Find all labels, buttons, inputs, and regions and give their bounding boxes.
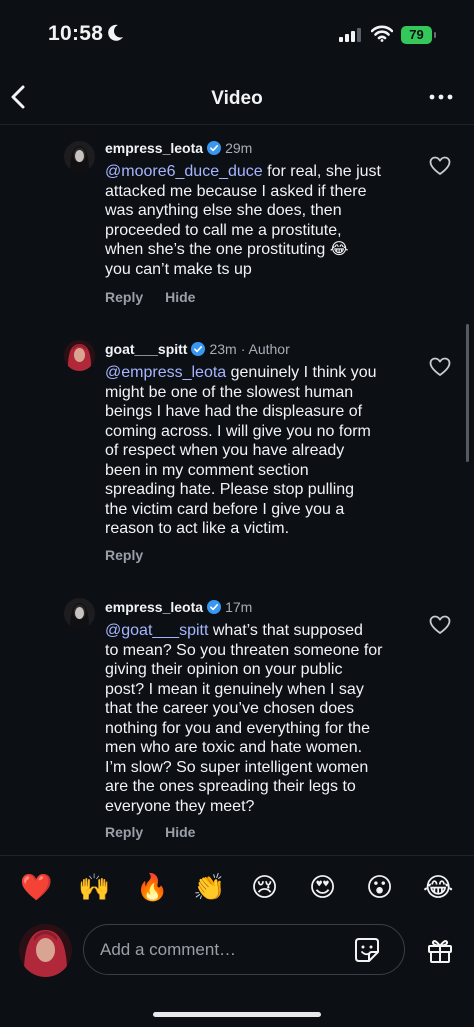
comment-line: might be one of the slowest human <box>105 383 354 401</box>
comment-line: reason to act like a victim. <box>105 520 290 537</box>
comment-line: I’m slow? So super intelligent women <box>105 758 369 776</box>
comment-username[interactable]: empress_leota <box>105 140 203 156</box>
avatar[interactable] <box>64 598 95 629</box>
comment-line: when she’s the one prostituting 😂 <box>105 241 349 258</box>
comment-line: was anything else she does, then <box>105 202 342 219</box>
like-heart-icon[interactable] <box>429 357 451 377</box>
comment-line: what’s that supposed <box>208 622 363 639</box>
like-heart-icon[interactable] <box>429 615 451 635</box>
comment-composer <box>0 918 474 988</box>
emoji-surprised-button[interactable]: 😮 <box>366 870 393 904</box>
comment-actions: Reply Hide <box>105 824 217 840</box>
comment-username[interactable]: empress_leota <box>105 599 203 615</box>
comment-actions: Reply Hide <box>105 289 217 305</box>
hide-button[interactable]: Hide <box>165 824 195 840</box>
reply-button[interactable]: Reply <box>105 289 143 305</box>
mention-link[interactable]: @goat___spitt <box>105 622 208 639</box>
emoji-heart-button[interactable]: ❤️ <box>20 870 52 904</box>
comment-header: empress_leota 29m <box>105 140 252 156</box>
avatar[interactable] <box>64 141 95 172</box>
more-options-icon[interactable] <box>429 90 453 104</box>
comment-line: attacked me because I asked if there <box>105 182 367 200</box>
emoji-raising-hands-button[interactable]: 🙌 <box>78 870 110 904</box>
emoji-heart-eyes-button[interactable]: 😍 <box>309 870 336 904</box>
emoji-clapping-button[interactable]: 👏 <box>193 870 225 904</box>
comment-line: genuinely I think you <box>226 364 377 381</box>
emoji-laughing-button[interactable]: 😂 <box>423 870 453 904</box>
comment-line: nothing for you and everything for the <box>105 719 371 737</box>
comment-line: beings I have had the displeasure of <box>105 403 363 420</box>
reply-button[interactable]: Reply <box>105 824 143 840</box>
gift-icon[interactable] <box>426 936 454 964</box>
status-bar: 10:58 79 <box>0 0 474 64</box>
comment-line: post? I mean it genuinely when I say <box>105 680 364 698</box>
home-indicator[interactable] <box>153 1012 321 1017</box>
comment-line: for real, she just <box>262 163 381 180</box>
comment-line: of respect when you have already <box>105 442 345 459</box>
verified-badge-icon <box>207 141 222 155</box>
emoji-fire-button[interactable]: 🔥 <box>136 870 168 904</box>
sticker-icon[interactable] <box>354 937 380 963</box>
comment-line: that the career you’ve chosen does <box>105 700 355 717</box>
comment-input[interactable] <box>98 937 342 963</box>
moon-icon <box>108 24 123 41</box>
comment-time: 29m <box>225 140 253 156</box>
comment-input-container[interactable] <box>83 924 405 975</box>
scrollbar[interactable] <box>466 324 469 462</box>
comment-text: @empress_leota genuinely I think you mig… <box>105 363 405 539</box>
comment-line: giving their opinion on your public <box>105 661 343 678</box>
comment-line: everyone they meet? <box>105 797 255 815</box>
comment-time: 23m <box>209 341 237 357</box>
comment-line: to mean? So you threaten someone for <box>105 641 383 659</box>
current-user-avatar[interactable] <box>19 924 72 977</box>
comment-line: are the ones spreading their legs to <box>105 778 356 795</box>
mention-link[interactable]: @moore6_duce_duce <box>105 163 263 180</box>
status-time: 10:58 <box>48 22 104 45</box>
comment-line: you can’t make ts up <box>105 260 252 278</box>
comment-actions: Reply <box>105 547 165 563</box>
battery-indicator: 79 <box>401 26 436 44</box>
comment-line: the victim card before I give you a <box>105 500 345 518</box>
comment-time: 17m <box>225 599 253 615</box>
comment-line: coming across. I will give you no form <box>105 422 371 440</box>
comment-text: @moore6_duce_duce for real, she just att… <box>105 162 405 279</box>
comment-header: goat___spitt 23m · Author <box>105 341 290 357</box>
wifi-icon <box>371 25 393 42</box>
comment-line: proceeded to call me a prostitute, <box>105 221 342 239</box>
comment-line: men who are toxic and hate women. <box>105 739 363 756</box>
nav-header: Video <box>0 72 474 125</box>
comment-header: empress_leota 17m <box>105 599 252 615</box>
mention-link[interactable]: @empress_leota <box>105 364 226 381</box>
comment-username[interactable]: goat___spitt <box>105 341 187 357</box>
page-title: Video <box>211 88 263 109</box>
emoji-crying-button[interactable]: 😢 <box>251 870 278 904</box>
reply-button[interactable]: Reply <box>105 547 143 563</box>
emoji-reaction-bar: ❤️ 🙌 🔥 👏 😢 😍 😮 😂 <box>0 855 474 920</box>
comment-line: spreading hate. Please stop pulling <box>105 481 355 498</box>
signal-icon <box>339 28 361 42</box>
author-label: · Author <box>240 341 290 357</box>
verified-badge-icon <box>207 600 222 614</box>
avatar[interactable] <box>64 340 95 371</box>
hide-button[interactable]: Hide <box>165 289 195 305</box>
verified-badge-icon <box>191 342 206 356</box>
comment-text: @goat___spitt what’s that supposed to me… <box>105 621 405 816</box>
comment-line: been in my comment section <box>105 461 309 479</box>
like-heart-icon[interactable] <box>429 156 451 176</box>
